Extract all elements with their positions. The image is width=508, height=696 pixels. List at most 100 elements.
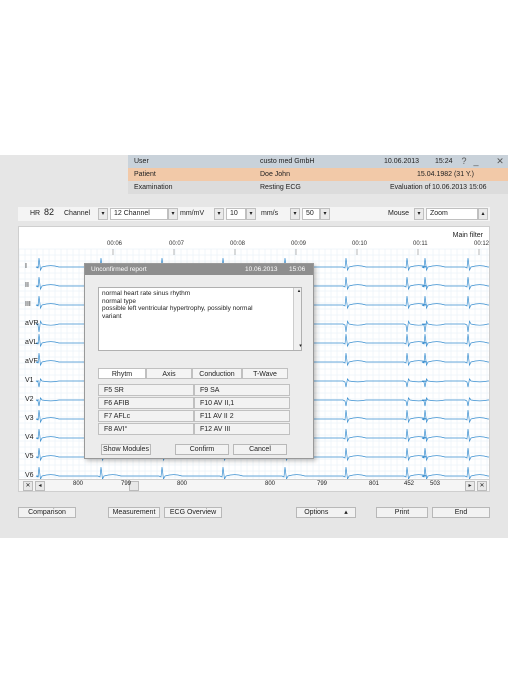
- last-page-icon[interactable]: ✕: [477, 481, 487, 491]
- user-label: User: [134, 158, 149, 165]
- measurement-button[interactable]: Measurement: [108, 507, 160, 518]
- lead-label: V4: [25, 434, 34, 441]
- patient-birthdate: 15.04.1982 (31 Y.): [417, 171, 474, 178]
- dialog-date: 10.06.2013: [245, 266, 278, 273]
- lead-label: V3: [25, 415, 34, 422]
- key-av-ii2-button[interactable]: F11 AV II 2: [194, 410, 290, 422]
- rr-value: 503: [430, 481, 441, 487]
- header-date: 10.06.2013: [384, 158, 420, 165]
- time-label: 00:12: [474, 241, 490, 247]
- gain-arrow-icon[interactable]: ▾: [214, 208, 224, 220]
- hr-value: 82: [44, 207, 55, 217]
- lead-label: V5: [25, 453, 34, 460]
- time-label: 00:11: [413, 241, 428, 247]
- toolbar: HR 82 Channel ▾ 12 Channel ▾ mm/mV ▾ 10 …: [18, 207, 490, 221]
- rr-value: 801: [369, 481, 380, 487]
- key-av-ii1-button[interactable]: F10 AV II,1: [194, 397, 290, 409]
- zoom-arrow-icon[interactable]: ▴: [478, 208, 488, 220]
- report-line: normal heart rate sinus rhythm: [102, 290, 191, 297]
- scroll-down-icon[interactable]: ▾: [297, 343, 304, 351]
- time-label: 00:07: [169, 241, 185, 247]
- key-avi-button[interactable]: F8 AVI°: [98, 423, 194, 435]
- lead-label: II: [25, 282, 29, 289]
- report-scrollbar[interactable]: ▴ ▾: [293, 288, 304, 351]
- gain-select[interactable]: 10: [226, 208, 246, 220]
- channel-dropdown-arrow-icon[interactable]: ▾: [98, 208, 108, 220]
- examination-row: Examination Resting ECG Evaluation of 10…: [128, 181, 508, 194]
- zoom-select[interactable]: Zoom: [426, 208, 478, 220]
- tab-t-wave[interactable]: T-Wave: [242, 368, 288, 379]
- rr-value: 799: [121, 481, 132, 487]
- lead-label: III: [25, 301, 31, 308]
- user-row: User custo med GmbH 10.06.2013 15:24 ? _…: [128, 155, 508, 168]
- lead-label: aVF: [25, 358, 38, 365]
- key-sr-button[interactable]: F5 SR: [98, 384, 194, 396]
- rr-value: 800: [73, 481, 84, 487]
- rr-value: 800: [265, 481, 276, 487]
- rr-value: 800: [177, 481, 188, 487]
- first-page-icon[interactable]: ✕: [23, 481, 33, 491]
- patient-row: Patient Doe John 15.04.1982 (31 Y.): [128, 168, 508, 181]
- tab-axis[interactable]: Axis: [146, 368, 192, 379]
- time-label: 00:08: [230, 241, 246, 247]
- key-sa-button[interactable]: F9 SA: [194, 384, 290, 396]
- main-filter-label: Main filter: [452, 232, 483, 239]
- end-button[interactable]: End: [432, 507, 490, 518]
- print-button[interactable]: Print: [376, 507, 428, 518]
- lead-label: V6: [25, 472, 34, 479]
- gain-down-icon[interactable]: ▾: [246, 208, 256, 220]
- speed-arrow-icon[interactable]: ▾: [290, 208, 300, 220]
- lead-label: V1: [25, 377, 34, 384]
- help-icon[interactable]: ?: [459, 156, 469, 167]
- lead-label: V2: [25, 396, 34, 403]
- cancel-button[interactable]: Cancel: [233, 444, 287, 455]
- ecg-application: User custo med GmbH 10.06.2013 15:24 ? _…: [0, 155, 508, 538]
- key-av-iii-button[interactable]: F12 AV III: [194, 423, 290, 435]
- speed-down-icon[interactable]: ▾: [320, 208, 330, 220]
- key-afib-button[interactable]: F6 AFIB: [98, 397, 194, 409]
- channel-down-icon[interactable]: ▾: [168, 208, 178, 220]
- report-line: normal type: [102, 297, 136, 305]
- dialog-title: Unconfirmed report: [91, 266, 147, 273]
- examination-label: Examination: [134, 184, 173, 191]
- lead-label: aVR: [25, 320, 39, 327]
- tab-rhytm[interactable]: Rhytm: [98, 368, 146, 379]
- options-label: Options: [304, 509, 329, 516]
- options-button[interactable]: Options ▴: [296, 507, 356, 518]
- evaluation-value: 10.06.2013 15:06: [432, 184, 487, 191]
- minimize-icon[interactable]: _: [471, 156, 481, 167]
- key-aflc-button[interactable]: F7 AFLc: [98, 410, 194, 422]
- prev-page-icon[interactable]: ◂: [35, 481, 45, 491]
- user-value: custo med GmbH: [260, 158, 315, 165]
- close-icon[interactable]: ✕: [495, 156, 505, 167]
- mouse-label: Mouse: [388, 210, 410, 217]
- patient-label: Patient: [134, 171, 156, 178]
- dialog-titlebar: Unconfirmed report 10.06.2013 15:06: [85, 264, 313, 275]
- comparison-button[interactable]: Comparison: [18, 507, 76, 518]
- rr-value: 799: [317, 481, 328, 487]
- tab-conduction[interactable]: Conduction: [192, 368, 242, 379]
- channel-label: Channel: [64, 210, 91, 217]
- lead-label: I: [25, 263, 27, 270]
- header-time: 15:24: [435, 158, 453, 165]
- rr-value: 452: [404, 481, 415, 487]
- rr-interval-bar: ✕ ◂ ▸ ✕ 800 799 800 800 799 801 452 503 …: [18, 479, 490, 492]
- time-label: 00:06: [107, 241, 123, 247]
- gain-unit: mm/mV: [180, 210, 205, 217]
- mouse-arrow-icon[interactable]: ▾: [414, 208, 424, 220]
- channel-select[interactable]: 12 Channel: [110, 208, 168, 220]
- speed-select[interactable]: 50: [302, 208, 320, 220]
- show-modules-button[interactable]: Show Modules: [101, 444, 151, 455]
- confirm-button[interactable]: Confirm: [175, 444, 229, 455]
- report-textarea[interactable]: normal heart rate sinus rhythm normal ty…: [98, 287, 302, 351]
- time-label: 00:10: [352, 241, 368, 247]
- unconfirmed-report-dialog: Unconfirmed report 10.06.2013 15:06 norm…: [84, 263, 314, 459]
- speed-unit: mm/s: [261, 210, 279, 217]
- evaluation-label: Evaluation of: [390, 184, 431, 191]
- patient-name: Doe John: [260, 171, 290, 178]
- scroll-up-icon[interactable]: ▴: [297, 288, 301, 296]
- ecg-overview-button[interactable]: ECG Overview: [164, 507, 222, 518]
- report-line: possible left ventricular hypertrophy, p…: [102, 305, 253, 312]
- examination-value: Resting ECG: [260, 184, 301, 191]
- next-page-icon[interactable]: ▸: [465, 481, 475, 491]
